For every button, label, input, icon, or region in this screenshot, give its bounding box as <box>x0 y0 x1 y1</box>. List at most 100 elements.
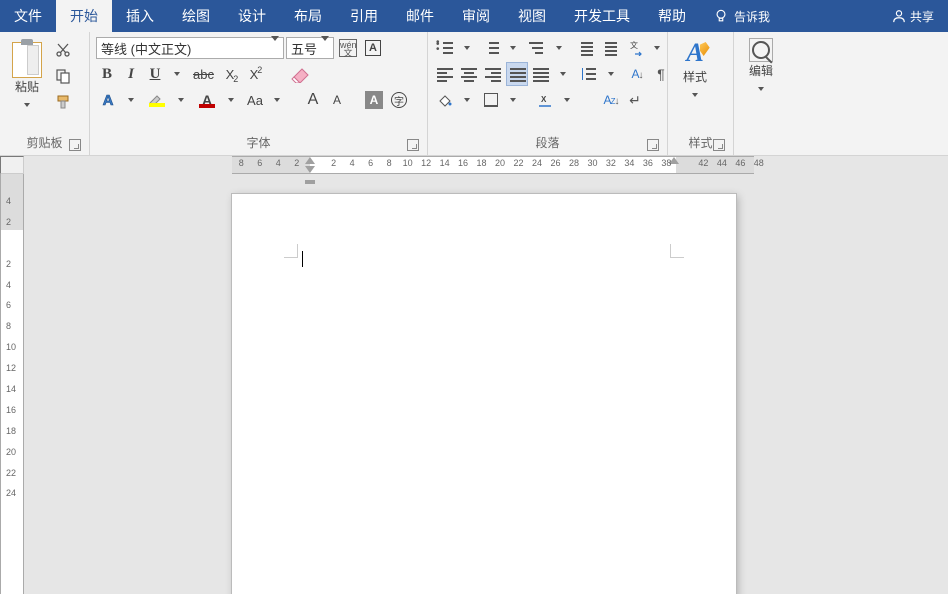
magnifier-icon <box>752 41 770 59</box>
underline-dropdown[interactable] <box>166 62 188 86</box>
italic-button[interactable]: I <box>120 62 142 86</box>
vruler-numbers: 4224681012141618202224 <box>6 196 16 509</box>
tab-layout[interactable]: 布局 <box>280 0 336 32</box>
editing-button[interactable]: 编辑 <box>740 34 782 135</box>
highlight-button[interactable] <box>144 88 170 112</box>
font-color-button[interactable]: A <box>194 88 220 112</box>
multilevel-list-button[interactable] <box>526 36 548 60</box>
show-marks-button[interactable]: ¶ <box>650 62 672 86</box>
char-shading-icon: A <box>365 91 383 109</box>
document-area[interactable] <box>24 174 948 594</box>
bold-button[interactable]: B <box>96 62 118 86</box>
strikethrough-button[interactable]: abc <box>190 62 217 86</box>
borders-button[interactable] <box>480 88 502 112</box>
numbering-dropdown[interactable] <box>502 36 524 60</box>
highlight-dropdown[interactable] <box>170 88 192 112</box>
change-case-button[interactable]: Aa <box>244 88 266 112</box>
text-effects-dropdown[interactable] <box>120 88 142 112</box>
text-direction-dropdown[interactable] <box>646 36 668 60</box>
character-border-button[interactable]: A <box>362 36 384 60</box>
character-shading-button[interactable]: A <box>362 88 386 112</box>
styles-icon: A <box>686 38 703 68</box>
clear-formatting-button[interactable] <box>287 62 315 86</box>
paragraph-sort-button[interactable]: AZ <box>600 88 622 112</box>
format-painter-button[interactable] <box>52 90 74 114</box>
tab-view[interactable]: 视图 <box>504 0 560 32</box>
group-editing-label <box>740 135 790 155</box>
svg-text:X: X <box>541 95 547 104</box>
increase-indent-button[interactable] <box>598 36 620 60</box>
tab-home[interactable]: 开始 <box>56 0 112 32</box>
font-color-dropdown[interactable] <box>220 88 242 112</box>
paragraph-dialog-launcher[interactable] <box>647 139 659 151</box>
align-left-button[interactable] <box>434 62 456 86</box>
phonetic-guide-button[interactable]: wén文 <box>336 36 360 60</box>
search-box-icon <box>749 38 773 62</box>
copy-button[interactable] <box>52 64 74 88</box>
text-effects-button[interactable]: A <box>96 88 120 112</box>
tab-review[interactable]: 审阅 <box>448 0 504 32</box>
line-spacing-dropdown[interactable] <box>600 62 622 86</box>
bullets-button[interactable] <box>434 36 456 60</box>
align-center-button[interactable] <box>458 62 480 86</box>
grow-font-button[interactable]: A <box>302 88 324 112</box>
underline-button[interactable]: U <box>144 62 166 86</box>
shading-dropdown[interactable] <box>456 88 478 112</box>
tab-design[interactable]: 设计 <box>224 0 280 32</box>
copy-icon <box>55 68 71 84</box>
asian-layout-dropdown[interactable] <box>556 88 578 112</box>
paste-button[interactable]: 粘贴 <box>6 34 48 132</box>
sort-button[interactable]: A <box>626 62 648 86</box>
text-direction-icon: 文 <box>627 40 643 56</box>
ruler-corner[interactable] <box>0 156 24 174</box>
share-button[interactable]: 共享 <box>878 0 948 32</box>
outdent-icon <box>577 41 593 55</box>
multilevel-dropdown[interactable] <box>548 36 570 60</box>
styles-button[interactable]: A 样式 <box>674 34 716 132</box>
vertical-ruler[interactable]: 4224681012141618202224 <box>0 174 24 594</box>
styles-dialog-launcher[interactable] <box>713 139 725 151</box>
font-name-combo[interactable]: 等线 (中文正文) <box>96 37 284 59</box>
font-size-combo[interactable]: 五号 <box>286 37 334 59</box>
align-distributed-button[interactable] <box>530 62 552 86</box>
tab-references[interactable]: 引用 <box>336 0 392 32</box>
tab-mailings[interactable]: 邮件 <box>392 0 448 32</box>
align-center-icon <box>461 67 477 81</box>
align-justify-button[interactable] <box>506 62 528 86</box>
shading-button[interactable] <box>434 88 456 112</box>
line-spacing-button[interactable] <box>578 62 600 86</box>
horizontal-ruler[interactable]: 8642246810121416182022242628303234363842… <box>24 156 948 174</box>
tell-me[interactable]: 告诉我 <box>700 0 784 32</box>
italic-icon: I <box>128 66 134 83</box>
numbering-button[interactable] <box>480 36 502 60</box>
align-distributed-dropdown[interactable] <box>552 62 574 86</box>
group-clipboard: 粘贴 剪贴板 <box>0 32 90 155</box>
cut-button[interactable] <box>52 38 74 62</box>
align-justify-icon <box>510 67 524 81</box>
tab-help[interactable]: 帮助 <box>644 0 700 32</box>
align-right-button[interactable] <box>482 62 504 86</box>
enclose-characters-button[interactable]: 字 <box>388 88 410 112</box>
margin-mark-tr <box>670 244 684 258</box>
tab-file[interactable]: 文件 <box>0 0 56 32</box>
borders-dropdown[interactable] <box>502 88 524 112</box>
subscript-button[interactable]: X <box>219 62 241 86</box>
tab-draw[interactable]: 绘图 <box>168 0 224 32</box>
clipboard-dialog-launcher[interactable] <box>69 139 81 151</box>
subscript-icon: X <box>226 67 235 82</box>
shrink-font-button[interactable]: A <box>326 88 348 112</box>
styles-label: 样式 <box>683 70 707 84</box>
person-icon <box>892 9 906 23</box>
tab-insert[interactable]: 插入 <box>112 0 168 32</box>
font-dialog-launcher[interactable] <box>407 139 419 151</box>
superscript-button[interactable]: X <box>243 62 265 86</box>
change-case-dropdown[interactable] <box>266 88 288 112</box>
decrease-indent-button[interactable] <box>574 36 596 60</box>
text-direction-button[interactable]: 文 <box>624 36 646 60</box>
asian-layout-button[interactable]: X <box>534 88 556 112</box>
group-paragraph: 文 A ¶ X AZ ↵ <box>428 32 668 155</box>
page[interactable] <box>232 194 736 594</box>
bullets-dropdown[interactable] <box>456 36 478 60</box>
paragraph-marks-button[interactable]: ↵ <box>624 88 646 112</box>
tab-developer[interactable]: 开发工具 <box>560 0 644 32</box>
